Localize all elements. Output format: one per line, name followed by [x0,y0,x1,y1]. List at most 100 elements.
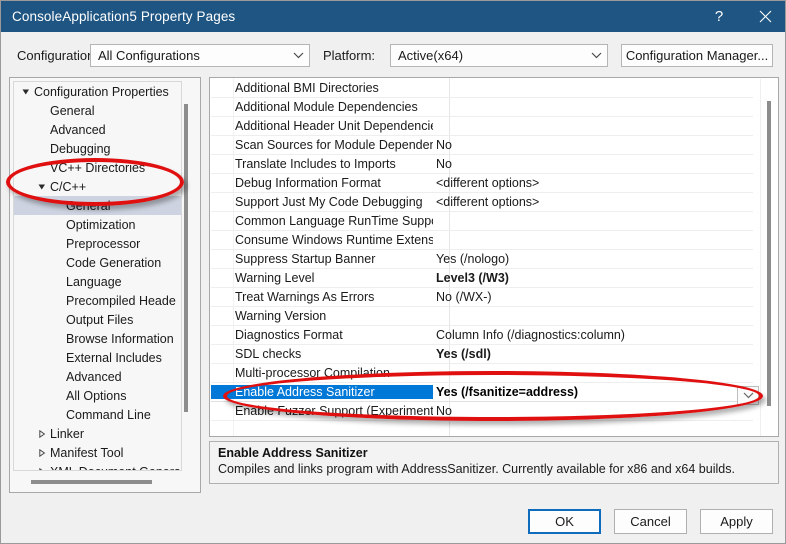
tree-item-general[interactable]: General [14,196,181,215]
property-value[interactable]: Level3 (/W3) [433,271,753,285]
tree-item-output-files[interactable]: Output Files [14,310,181,329]
property-row[interactable]: Additional Module Dependencies [211,98,753,117]
property-name: Additional BMI Directories [235,81,379,95]
property-name: Support Just My Code Debugging [235,195,423,209]
tree-vertical-scrollbar[interactable] [181,82,190,470]
property-tree-panel: Configuration Properties General Advanced D… [9,77,201,493]
property-row[interactable]: Support Just My Code Debugging <different… [211,193,753,212]
tree-item-label: External Includes [66,350,162,365]
property-value[interactable]: Yes (/fsanitize=address) [433,385,753,399]
tree-item-label: General [50,103,95,118]
chevron-down-icon [743,392,753,399]
grid-vertical-scroll-thumb[interactable] [767,101,771,406]
property-name: Enable Fuzzer Support (Experimental) [235,404,433,418]
tree-item-configuration-properties[interactable]: Configuration Properties [14,82,181,101]
tree-item-debugging[interactable]: Debugging [14,139,181,158]
property-row[interactable]: Warning Level Level3 (/W3) [211,269,753,288]
property-row[interactable]: Consume Windows Runtime Extension [211,231,753,250]
property-row[interactable]: Additional BMI Directories [211,79,753,98]
tree-item-label: Output Files [66,312,134,327]
close-button[interactable] [743,1,785,32]
property-row[interactable]: Scan Sources for Module DependenciesNo [211,136,753,155]
property-row[interactable]: Suppress Startup Banner Yes (/nologo) [211,250,753,269]
configuration-select[interactable]: All Configurations [90,44,310,67]
triangle-expanded-icon[interactable] [18,88,34,96]
property-row[interactable]: Debug Information Format <different optio… [211,174,753,193]
property-row[interactable]: Warning Version [211,307,753,326]
enable-address-sanitizer-dropdown-button[interactable] [737,386,759,405]
property-value[interactable]: No (/WX-) [433,290,753,304]
property-value[interactable]: <different options> [433,176,753,190]
description-title: Enable Address Sanitizer [218,446,368,460]
tree-item-label: Linker [50,426,85,441]
tree-item-command-line[interactable]: Command Line [14,405,181,424]
property-row[interactable]: Translate Includes to Imports No [211,155,753,174]
property-grid-rows: Additional BMI Directories Additional Mod… [211,79,753,421]
property-row[interactable]: Additional Header Unit Dependencies [211,117,753,136]
property-row[interactable]: SDL checks Yes (/sdl) [211,345,753,364]
property-value[interactable]: Column Info (/diagnostics:column) [433,328,753,342]
tree-item-label: Browse Information [66,331,174,346]
cancel-button[interactable]: Cancel [614,509,687,534]
tree-item-advanced[interactable]: Advanced [14,367,181,386]
property-name: Warning Version [235,309,327,323]
tree-vertical-scroll-thumb[interactable] [184,104,188,412]
tree-item-code-generation[interactable]: Code Generation [14,253,181,272]
property-value[interactable]: No [433,138,753,152]
property-name: Enable Address Sanitizer [211,385,433,399]
triangle-expanded-icon[interactable] [34,183,50,191]
close-x-icon [759,10,771,23]
platform-label: Platform: [323,48,376,63]
tree-item-precompiled-heade[interactable]: Precompiled Heade [14,291,181,310]
property-value[interactable]: No [433,157,753,171]
tree-item-manifest-tool[interactable]: Manifest Tool [14,443,181,462]
property-value[interactable]: Yes (/nologo) [433,252,753,266]
tree-item-label: Optimization [66,217,136,232]
tree-item-language[interactable]: Language [14,272,181,291]
property-value[interactable]: No [433,404,753,418]
property-name: Common Language RunTime Support [235,214,433,228]
triangle-collapsed-icon[interactable] [34,467,50,470]
property-name: Diagnostics Format [235,328,343,342]
tree-item-label: XML Document Genera [50,465,181,471]
triangle-collapsed-icon[interactable] [34,429,50,438]
tree-item-advanced[interactable]: Advanced [14,120,181,139]
chevron-down-icon [585,52,607,59]
tree-item-linker[interactable]: Linker [14,424,181,443]
property-row[interactable]: Enable Address Sanitizer Yes (/fsanitize=… [211,383,753,402]
property-row[interactable]: Treat Warnings As Errors No (/WX-) [211,288,753,307]
property-name: Additional Module Dependencies [235,100,418,114]
tree-item-c-c[interactable]: C/C++ [14,177,181,196]
configuration-manager-button[interactable]: Configuration Manager... [621,44,773,67]
property-value[interactable]: Yes (/sdl) [433,347,753,361]
tree-item-label: Language [66,274,122,289]
tree-item-browse-information[interactable]: Browse Information [14,329,181,348]
tree-item-external-includes[interactable]: External Includes [14,348,181,367]
ok-button[interactable]: OK [528,509,601,534]
property-row[interactable]: Diagnostics Format Column Info (/diagnost… [211,326,753,345]
tree-item-vc-directories[interactable]: VC++ Directories [14,158,181,177]
cancel-button-label: Cancel [630,514,671,529]
property-value[interactable]: <different options> [433,195,753,209]
tree-item-optimization[interactable]: Optimization [14,215,181,234]
tree-item-preprocessor[interactable]: Preprocessor [14,234,181,253]
tree-item-all-options[interactable]: All Options [14,386,181,405]
grid-vertical-scrollbar[interactable] [760,79,777,436]
platform-select[interactable]: Active(x64) [390,44,608,67]
tree-item-general[interactable]: General [14,101,181,120]
property-row[interactable]: Enable Fuzzer Support (Experimental) No [211,402,753,421]
tree-horizontal-scroll-thumb[interactable] [31,480,152,484]
help-button[interactable]: ? [697,1,741,32]
property-name: Suppress Startup Banner [235,252,376,266]
property-row[interactable]: Common Language RunTime Support [211,212,753,231]
apply-button[interactable]: Apply [700,509,773,534]
configuration-label: Configuration: [17,48,98,63]
property-name: Consume Windows Runtime Extension [235,233,433,247]
property-row[interactable]: Multi-processor Compilation [211,364,753,383]
configuration-manager-label: Configuration Manager... [625,48,769,63]
tree-item-label: General [66,198,111,213]
triangle-collapsed-icon[interactable] [34,448,50,457]
tree-horizontal-scrollbar[interactable] [14,477,194,486]
tree-item-xml-document-genera[interactable]: XML Document Genera [14,462,181,471]
property-tree[interactable]: Configuration Properties General Advanced D… [13,81,182,471]
